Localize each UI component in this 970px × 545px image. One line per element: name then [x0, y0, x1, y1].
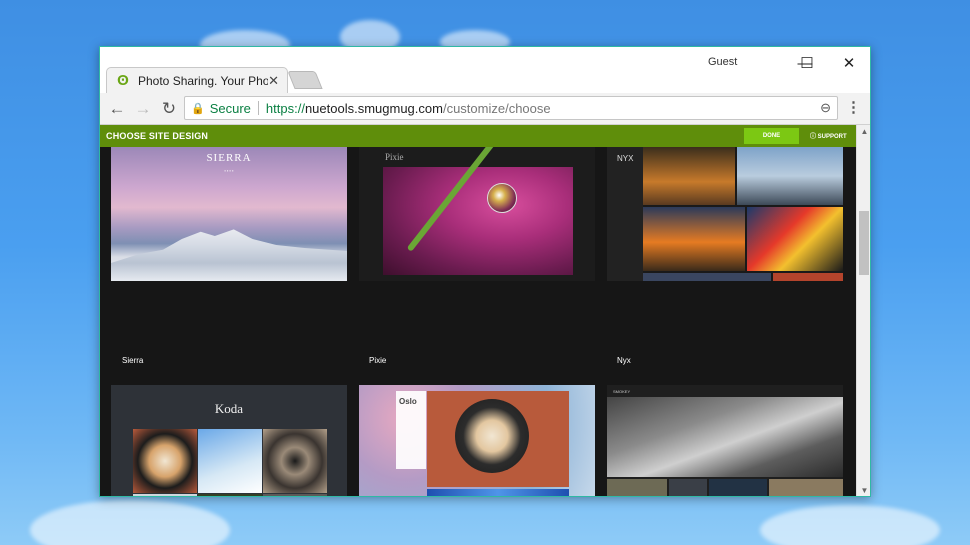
support-label: SUPPORT: [817, 134, 847, 140]
page-title: CHOOSE SITE DESIGN: [106, 131, 209, 141]
tab-close-icon[interactable]: ✕: [268, 73, 279, 89]
nyx-photo-tile: [747, 207, 843, 271]
smokey-photo-tile: [669, 479, 707, 496]
page-scrollbar[interactable]: ▲ ▼: [856, 125, 870, 496]
koda-photo-tile: [133, 494, 197, 496]
theme-label-sierra[interactable]: Sierra: [122, 356, 143, 365]
page-viewport: CHOOSE SITE DESIGN DONE ⓘ SUPPORT SIERRA…: [100, 125, 856, 496]
desktop-wallpaper-petal: [30, 500, 230, 545]
koda-photo-tile: [198, 494, 262, 496]
nyx-photo-tile: [643, 147, 735, 205]
theme-preview-nav: ▪ ▪ ▪ ▪: [224, 168, 234, 173]
nyx-photo-tile: [643, 273, 771, 281]
theme-card-smokey[interactable]: SMOKEY: [607, 385, 843, 496]
koda-photo-tile: [263, 429, 327, 493]
koda-photo-tile: [198, 429, 262, 493]
dewdrop-image: [383, 167, 573, 275]
theme-label-nyx[interactable]: Nyx: [617, 356, 631, 365]
koda-photo-tile: [133, 429, 197, 493]
theme-card-oslo[interactable]: Oslo: [359, 385, 595, 496]
browser-menu-icon[interactable]: ⋮: [846, 98, 861, 116]
sushi-plate-image: [455, 399, 529, 473]
nyx-sidebar: [607, 147, 643, 281]
theme-preview-title: SIERRA: [206, 152, 252, 164]
new-tab-button[interactable]: [287, 71, 323, 89]
dewdrop-sphere-image: [487, 183, 517, 213]
url-host: nuetools.smugmug.com: [304, 100, 443, 116]
help-icon: ⓘ: [810, 134, 818, 140]
tab-title: Photo Sharing. Your Phot: [138, 73, 268, 88]
forward-button[interactable]: →: [130, 96, 156, 122]
theme-preview-title: Pixie: [385, 152, 404, 162]
koda-photo-tile: [263, 494, 327, 496]
theme-preview-title: NYX: [617, 154, 634, 163]
lock-icon: 🔒: [191, 102, 205, 115]
theme-preview-title: SMOKEY: [613, 389, 631, 394]
theme-preview-title: Koda: [214, 401, 244, 416]
back-button[interactable]: ←: [104, 96, 130, 122]
reload-button[interactable]: ↻: [156, 96, 182, 122]
theme-preview-title: Oslo: [399, 397, 417, 406]
support-link[interactable]: ⓘ SUPPORT: [810, 131, 847, 140]
zoom-icon[interactable]: ⊖: [820, 100, 831, 116]
smokey-photo-tile: [709, 479, 767, 496]
scrollbar-thumb[interactable]: [859, 211, 869, 275]
desktop-wallpaper-petal: [760, 505, 940, 545]
profile-label[interactable]: Guest: [708, 56, 737, 68]
mountain-image: [111, 229, 347, 281]
title-bar: ʘ Photo Sharing. Your Phot ✕ Guest — ☐ ✕: [100, 47, 870, 93]
theme-label-pixie[interactable]: Pixie: [369, 356, 386, 365]
browser-tab[interactable]: ʘ Photo Sharing. Your Phot ✕: [106, 67, 288, 93]
maximize-button[interactable]: ☐: [785, 49, 829, 77]
address-separator: [257, 101, 259, 115]
theme-card-pixie[interactable]: Pixie: [359, 147, 595, 281]
scroll-up-arrow-icon[interactable]: ▲: [857, 125, 870, 139]
scroll-down-arrow-icon[interactable]: ▼: [857, 484, 870, 496]
nyx-photo-tile: [737, 147, 843, 205]
smugmug-favicon-icon: ʘ: [117, 71, 129, 89]
smokey-photo-tile: [769, 479, 843, 496]
theme-card-sierra[interactable]: SIERRA ▪ ▪ ▪ ▪: [111, 147, 347, 281]
browser-window: ʘ Photo Sharing. Your Phot ✕ Guest — ☐ ✕…: [99, 46, 871, 497]
theme-card-koda[interactable]: Koda: [111, 385, 347, 496]
smokey-photo-tile: [607, 479, 667, 496]
theme-card-nyx[interactable]: NYX: [607, 147, 843, 281]
url-scheme: https://: [265, 100, 305, 116]
done-button[interactable]: DONE: [744, 128, 799, 144]
address-bar[interactable]: 🔒 Secure https:// nuetools.smugmug.com /…: [184, 96, 838, 120]
nyx-photo-tile: [773, 273, 843, 281]
url-path: /customize/choose: [442, 100, 551, 116]
swimmer-image: [607, 397, 843, 477]
browser-toolbar: ← → ↻ 🔒 Secure https:// nuetools.smugmug…: [100, 93, 870, 125]
close-window-button[interactable]: ✕: [827, 49, 870, 77]
site-design-header: CHOOSE SITE DESIGN DONE ⓘ SUPPORT: [100, 125, 856, 147]
secure-label: Secure: [209, 100, 251, 116]
jellyfish-image: [427, 489, 569, 496]
nyx-photo-tile: [643, 207, 745, 271]
